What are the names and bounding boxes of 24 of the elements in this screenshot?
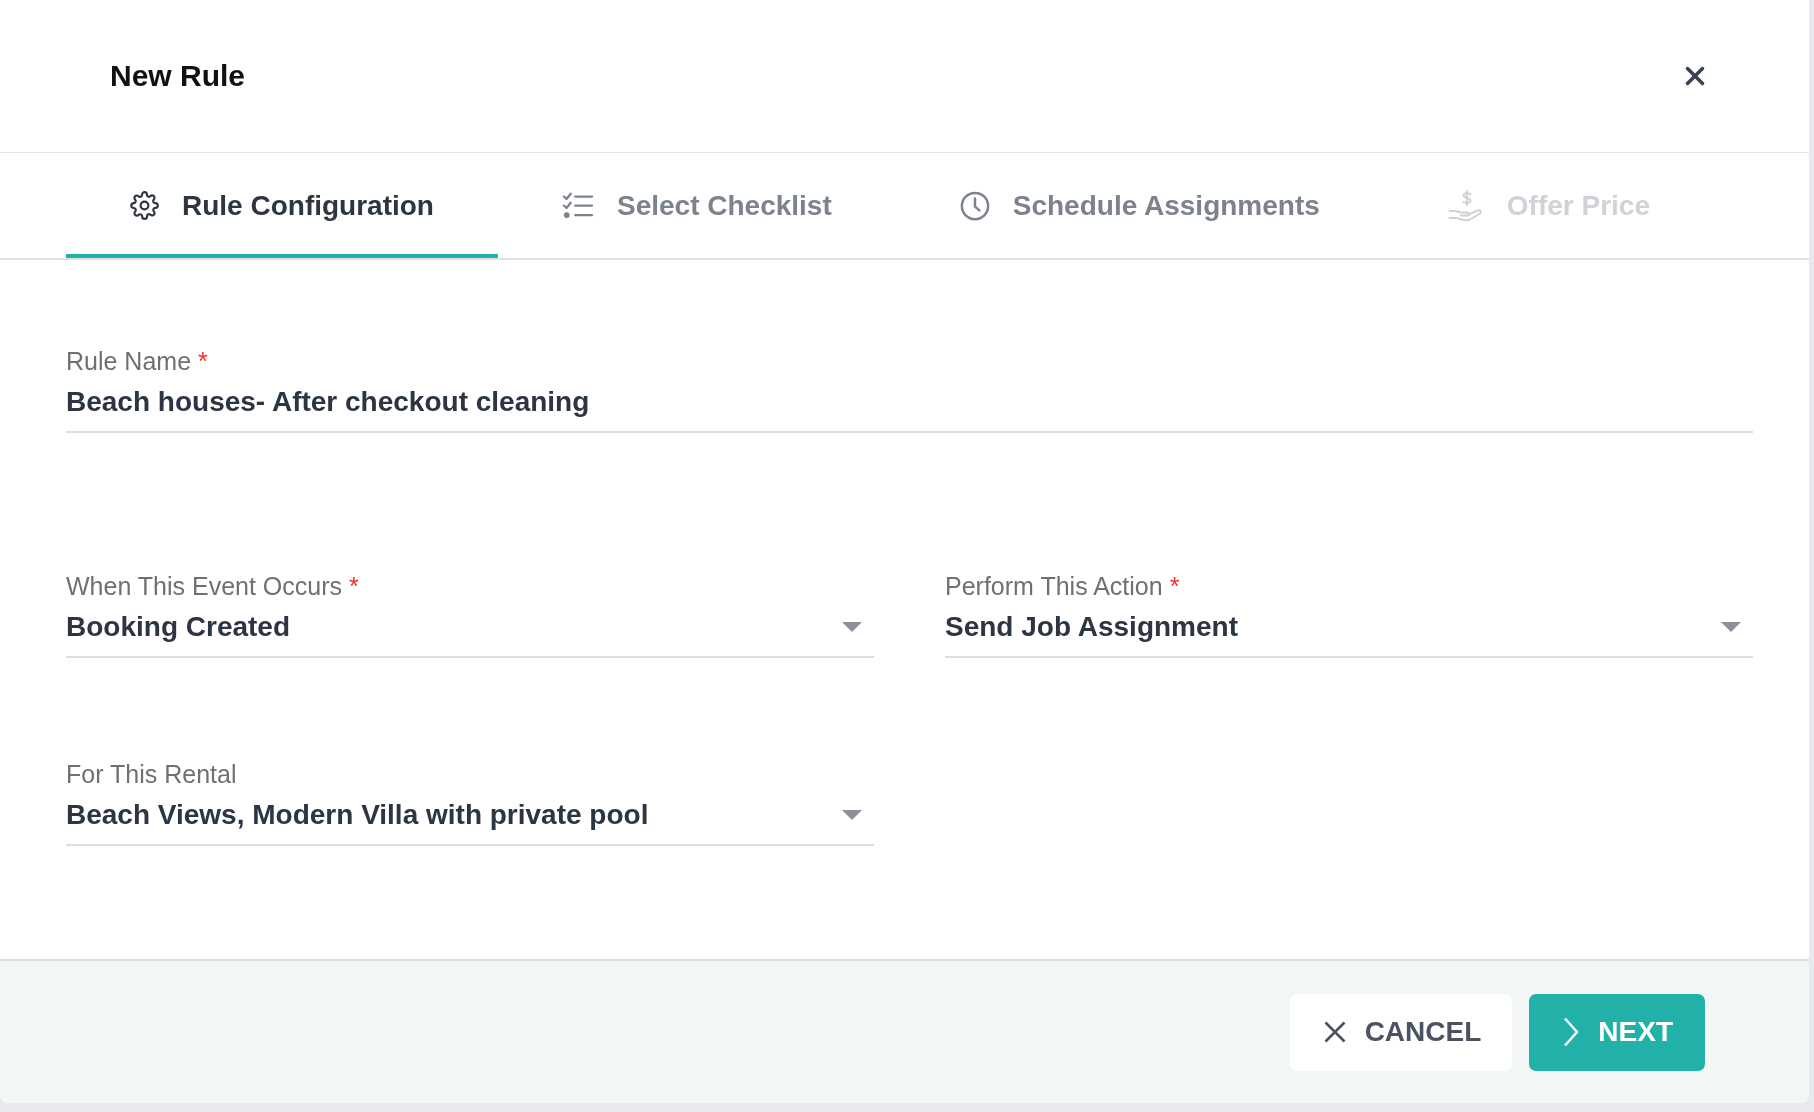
tab[interactable]: Rule Configuration (66, 153, 498, 258)
gear-icon (130, 191, 159, 220)
field-label: Perform This Action * (945, 571, 1180, 601)
tab[interactable]: Schedule Assignments (895, 153, 1384, 258)
caret-icon (842, 810, 862, 820)
text-field[interactable]: Beach houses- After checkout cleaning (66, 382, 1753, 433)
dropdown-field[interactable]: Send Job Assignment (945, 607, 1753, 658)
hand-dollar-icon (1447, 189, 1484, 222)
cancel-button[interactable]: CANCEL (1289, 993, 1513, 1071)
close-icon (1685, 66, 1705, 86)
caret-icon (1721, 622, 1741, 632)
field-label: For This Rental (66, 759, 237, 789)
close-icon (1323, 1021, 1346, 1043)
dropdown-field[interactable]: Booking Created (66, 607, 874, 658)
field-label: When This Event Occurs * (66, 571, 359, 601)
dropdown-field[interactable]: Beach Views, Modern Villa with private pool (66, 795, 874, 846)
caret-icon (842, 622, 862, 632)
dialog-title: New Rule (110, 59, 246, 93)
chevron-right-icon (1563, 1017, 1580, 1047)
checklist-icon (562, 192, 594, 219)
clock-icon (959, 190, 990, 221)
field-label: Rule Name * (66, 346, 208, 376)
tab[interactable]: Select Checklist (498, 153, 896, 258)
close-button[interactable] (1685, 66, 1705, 86)
